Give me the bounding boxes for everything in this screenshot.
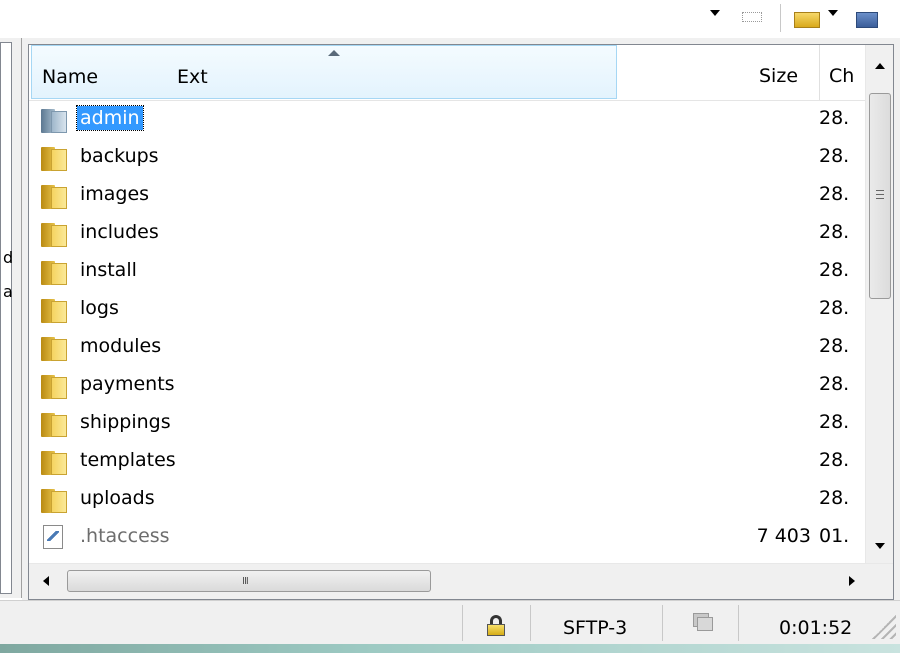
status-protocol-cell: SFTP-3 bbox=[530, 605, 662, 641]
folder-icon bbox=[41, 335, 67, 361]
table-row[interactable]: images 28. bbox=[29, 177, 865, 215]
file-size: 7 403 bbox=[756, 525, 811, 547]
folder-icon bbox=[41, 259, 67, 285]
folder-icon bbox=[41, 449, 67, 475]
table-row[interactable]: templates 28. bbox=[29, 443, 865, 481]
horizontal-scroll-thumb[interactable]: III bbox=[67, 570, 431, 592]
file-name[interactable]: includes bbox=[77, 220, 162, 244]
scroll-down-icon[interactable] bbox=[875, 543, 885, 549]
column-header: Name Ext Size Ch bbox=[29, 45, 893, 101]
table-row[interactable]: modules 28. bbox=[29, 329, 865, 367]
file-changed: 28. bbox=[819, 259, 850, 281]
file-name[interactable]: backups bbox=[77, 144, 162, 168]
file-icon bbox=[41, 525, 67, 551]
list-view-icon[interactable] bbox=[738, 4, 768, 30]
folder-icon bbox=[41, 297, 67, 323]
left-pane-fragment: a bbox=[3, 282, 13, 301]
file-name[interactable]: install bbox=[77, 258, 140, 282]
resize-grip-icon[interactable] bbox=[872, 615, 896, 639]
status-elapsed-time: 0:01:52 bbox=[779, 617, 853, 639]
file-changed: 28. bbox=[819, 297, 850, 319]
column-header-name[interactable]: Name Ext bbox=[31, 45, 617, 99]
scroll-up-icon[interactable] bbox=[875, 63, 885, 69]
file-changed: 28. bbox=[819, 487, 850, 509]
file-changed: 28. bbox=[819, 373, 850, 395]
table-row[interactable]: backups 28. bbox=[29, 139, 865, 177]
lock-icon[interactable] bbox=[487, 615, 505, 636]
table-row[interactable]: shippings 28. bbox=[29, 405, 865, 443]
folder-icon bbox=[41, 487, 67, 513]
table-row[interactable]: uploads 28. bbox=[29, 481, 865, 519]
desktop-background-strip bbox=[0, 644, 900, 653]
folder-icon bbox=[41, 183, 67, 209]
file-changed: 28. bbox=[819, 107, 850, 129]
file-name[interactable]: logs bbox=[77, 296, 122, 320]
status-network-cell bbox=[662, 605, 738, 641]
file-name[interactable]: payments bbox=[77, 372, 178, 396]
file-changed: 28. bbox=[819, 145, 850, 167]
column-header-changed[interactable]: Ch bbox=[829, 65, 854, 87]
horizontal-scrollbar[interactable]: III bbox=[29, 563, 893, 599]
network-icon[interactable] bbox=[691, 613, 713, 635]
left-pane-list[interactable]: d a bbox=[0, 42, 14, 594]
status-elapsed-cell: 0:01:52 bbox=[738, 605, 868, 641]
file-list[interactable]: Name Ext Size Ch admin 28. backups 28. i… bbox=[28, 44, 894, 600]
file-name[interactable]: uploads bbox=[77, 486, 158, 510]
view-dropdown-arrow-icon[interactable] bbox=[710, 10, 720, 16]
table-row[interactable]: logs 28. bbox=[29, 291, 865, 329]
file-rows: admin 28. backups 28. images 28. include… bbox=[29, 101, 865, 563]
grip-icon: III bbox=[242, 576, 249, 587]
table-row[interactable]: admin 28. bbox=[29, 101, 865, 139]
folder-icon bbox=[41, 107, 67, 133]
open-dropdown-arrow-icon[interactable] bbox=[828, 10, 838, 16]
file-changed: 28. bbox=[819, 411, 850, 433]
file-name[interactable]: admin bbox=[76, 105, 144, 131]
file-changed: 28. bbox=[819, 449, 850, 471]
scroll-right-icon[interactable] bbox=[849, 576, 855, 586]
table-row[interactable]: install 28. bbox=[29, 253, 865, 291]
left-pane-fragment: d bbox=[3, 248, 14, 267]
toolbar-separator bbox=[780, 4, 781, 32]
folder-icon bbox=[41, 145, 67, 171]
vertical-scrollbar[interactable] bbox=[865, 45, 893, 563]
column-header-name-label: Name bbox=[42, 66, 99, 88]
toolbar bbox=[0, 0, 900, 38]
column-separator[interactable] bbox=[819, 45, 820, 100]
column-header-size[interactable]: Size bbox=[759, 65, 798, 87]
file-changed: 28. bbox=[819, 335, 850, 357]
grip-icon bbox=[876, 190, 884, 199]
file-name[interactable]: shippings bbox=[77, 410, 174, 434]
file-changed: 28. bbox=[819, 221, 850, 243]
file-changed: 28. bbox=[819, 183, 850, 205]
folder-icon bbox=[41, 221, 67, 247]
file-name[interactable]: .htaccess bbox=[77, 524, 173, 548]
remote-file-panel: Name Ext Size Ch admin 28. backups 28. i… bbox=[22, 38, 900, 600]
column-header-ext-label[interactable]: Ext bbox=[177, 66, 208, 88]
table-row[interactable]: .htaccess 7 403 01. bbox=[29, 519, 865, 557]
file-name[interactable]: modules bbox=[77, 334, 164, 358]
table-row[interactable]: includes 28. bbox=[29, 215, 865, 253]
sort-ascending-icon bbox=[328, 50, 340, 56]
open-folder-icon[interactable] bbox=[794, 4, 824, 30]
file-changed: 01. bbox=[819, 525, 850, 547]
file-name[interactable]: images bbox=[77, 182, 152, 206]
folder-icon bbox=[41, 411, 67, 437]
new-directory-icon[interactable] bbox=[852, 4, 882, 30]
table-row[interactable]: payments 28. bbox=[29, 367, 865, 405]
folder-icon bbox=[41, 373, 67, 399]
status-encryption-cell bbox=[462, 605, 530, 641]
left-pane: d a bbox=[0, 38, 22, 598]
status-bar: SFTP-3 0:01:52 bbox=[0, 600, 900, 644]
scroll-left-icon[interactable] bbox=[43, 576, 49, 586]
file-name[interactable]: templates bbox=[77, 448, 179, 472]
vertical-scroll-thumb[interactable] bbox=[869, 93, 891, 299]
status-protocol: SFTP-3 bbox=[563, 617, 628, 639]
